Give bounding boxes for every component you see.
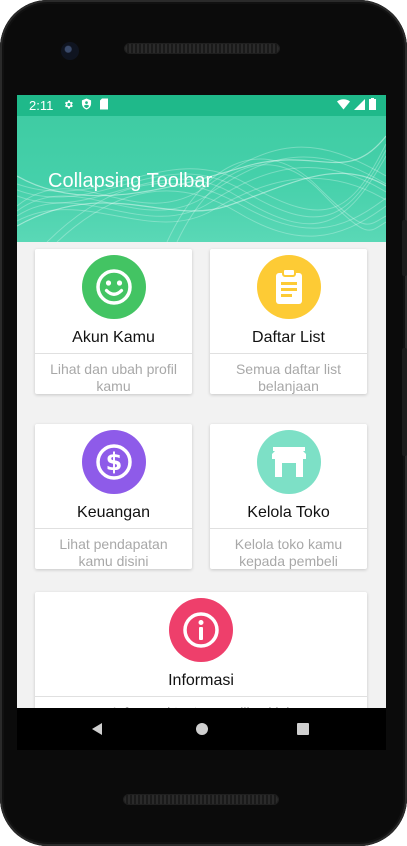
- card-akun-kamu[interactable]: Akun Kamu Lihat dan ubah profil kamu: [35, 249, 192, 394]
- power-button: [402, 220, 407, 276]
- navigation-bar: [17, 708, 386, 750]
- card-title: Keuangan: [77, 504, 150, 521]
- dollar-icon: $: [82, 430, 146, 494]
- wifi-icon: [337, 98, 350, 113]
- card-description: Lihat pendapatan kamu disini: [59, 536, 168, 569]
- card-title: Akun Kamu: [72, 329, 155, 346]
- back-icon[interactable]: [77, 708, 117, 750]
- card-title: Kelola Toko: [247, 504, 330, 521]
- shield-icon: [81, 98, 92, 113]
- clipboard-icon: [257, 255, 321, 319]
- card-divider: [35, 528, 192, 529]
- card-kelola-toko[interactable]: Kelola Toko Kelola toko kamu kepada pemb…: [210, 424, 367, 569]
- card-daftar-list[interactable]: Daftar List Semua daftar list belanjaan: [210, 249, 367, 394]
- svg-text:$: $: [106, 448, 123, 476]
- card-divider: [210, 528, 367, 529]
- status-time: 2:11: [29, 98, 54, 113]
- bottom-speaker: [124, 795, 278, 804]
- info-icon: [169, 598, 233, 662]
- status-bar: 2:11: [17, 95, 386, 116]
- gear-icon: [63, 98, 74, 113]
- card-title: Daftar List: [252, 329, 325, 346]
- card-description: Kelola toko kamu kepada pembeli: [234, 536, 343, 569]
- card-divider: [35, 696, 367, 697]
- app-screen: 2:11 Collapsing Toolbar Akun Kamu Lihat …: [17, 95, 386, 744]
- front-camera: [61, 42, 79, 60]
- sim-icon: [99, 98, 109, 113]
- signal-icon: [354, 98, 365, 113]
- store-icon: [257, 430, 321, 494]
- smiley-icon: [82, 255, 146, 319]
- card-keuangan[interactable]: $ Keuangan Lihat pendapatan kamu disini: [35, 424, 192, 569]
- collapsing-toolbar: Collapsing Toolbar: [17, 116, 386, 242]
- card-description: Lihat dan ubah profil kamu: [50, 361, 177, 394]
- recents-icon[interactable]: [283, 708, 323, 750]
- card-description: Semua daftar list belanjaan: [235, 361, 342, 394]
- earpiece-speaker: [125, 44, 279, 53]
- toolbar-title: Collapsing Toolbar: [48, 170, 213, 192]
- phone-frame: 2:11 Collapsing Toolbar Akun Kamu Lihat …: [0, 0, 407, 846]
- card-divider: [210, 353, 367, 354]
- card-title: Informasi: [168, 672, 234, 689]
- battery-icon: [369, 98, 376, 113]
- volume-button: [402, 348, 407, 456]
- home-icon[interactable]: [182, 708, 222, 750]
- menu-grid: Akun Kamu Lihat dan ubah profil kamu Daf…: [17, 242, 386, 744]
- card-divider: [35, 353, 192, 354]
